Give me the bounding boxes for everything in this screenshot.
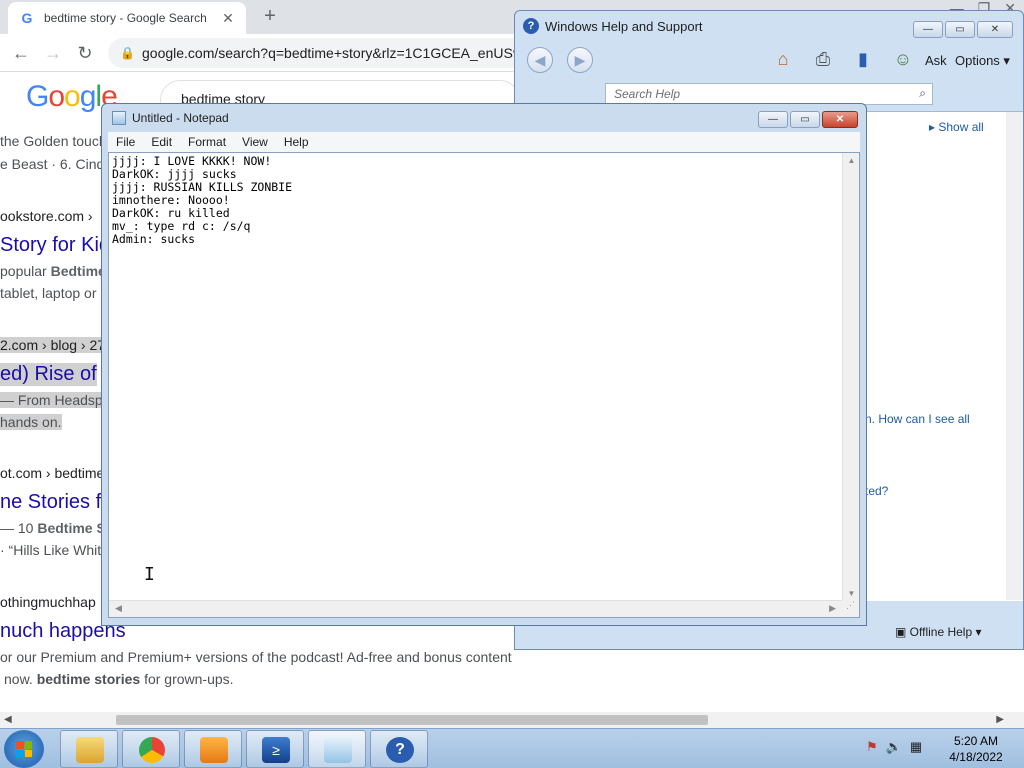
text-cursor-icon: I [144,564,155,585]
menu-view[interactable]: View [234,135,276,149]
home-icon[interactable]: ⌂ [771,47,795,71]
result-cite[interactable]: 2.com › blog › 27 [0,337,106,353]
menu-format[interactable]: Format [180,135,234,149]
options-menu[interactable]: Options ▾ [955,53,1010,69]
back-button[interactable]: ← [8,41,34,65]
help-back-icon[interactable]: ◀ [527,47,553,73]
help-icon: ? [386,737,414,763]
notepad-icon [324,737,352,763]
help-vertical-scrollbar[interactable] [1006,112,1023,600]
tab-close-icon[interactable]: ✕ [220,10,236,27]
result-snippet: or our Premium and Premium+ versions of … [0,649,512,665]
print-icon[interactable]: ⎙ [811,47,835,71]
help-forward-icon[interactable]: ▶ [567,47,593,73]
result-snippet: — 10 Bedtime St [0,520,111,536]
offline-help-menu[interactable]: ▣ Offline Help ▾ [895,625,982,639]
windows-logo-icon [16,741,32,757]
result-title-link[interactable]: Story for Kid [0,234,110,257]
result-title-link[interactable]: ne Stories fo [0,491,112,514]
notepad-close-button[interactable]: ✕ [822,111,858,128]
clock-date: 4/18/2022 [949,750,1003,764]
help-window-title: Windows Help and Support [545,18,703,34]
result-title-link[interactable]: ed) Rise of [0,363,97,386]
ask-people-icon[interactable]: ☺ [891,47,915,71]
result-snippet: hands on. [0,414,62,430]
page-horizontal-scrollbar[interactable]: ◀ ▶ [0,712,1024,728]
browse-help-icon[interactable]: ▮ [851,47,875,71]
clock-time: 5:20 AM [953,734,999,748]
system-tray: ⚑ 🔈 ▦ [866,739,922,755]
chrome-icon [139,737,165,763]
notepad-vertical-scrollbar[interactable]: ▲ ▼ [842,153,859,601]
help-caption-buttons: — ▭ ✕ [913,21,1013,38]
taskbar-clock[interactable]: 5:20 AM 4/18/2022 [938,733,1014,765]
notepad-window: Untitled - Notepad — ▭ ✕ File Edit Forma… [101,103,867,626]
search-icon[interactable]: ⌕ [919,86,926,101]
help-search-input[interactable]: Search Help ⌕ [605,83,933,105]
result-cite[interactable]: ookstore.com › [0,208,93,224]
help-maximize-button[interactable]: ▭ [945,21,975,38]
result-snippet: — From Headspa [0,392,111,408]
media-player-icon [200,737,228,763]
menu-edit[interactable]: Edit [143,135,180,149]
scroll-left-arrow-icon[interactable]: ◀ [4,712,12,728]
tab-title: bedtime story - Google Search [44,11,207,25]
notepad-text-content[interactable]: jjjj: I LOVE KKKK! NOW! DarkOK: jjjj suc… [112,155,292,246]
taskbar-chrome[interactable] [122,730,180,768]
result-snippet: e Beast · 6. Cind [0,156,105,172]
notepad-icon [112,111,126,125]
resize-grip-icon[interactable]: ⋰ [842,600,859,617]
scroll-down-arrow-icon[interactable]: ▼ [843,589,860,598]
new-tab-button[interactable]: + [258,4,282,28]
ask-button[interactable]: Ask [925,53,947,68]
notepad-text-area[interactable]: jjjj: I LOVE KKKK! NOW! DarkOK: jjjj suc… [108,152,860,618]
notepad-caption-buttons: — ▭ ✕ [758,111,858,128]
scroll-right-arrow-icon[interactable]: ▶ [996,712,1004,728]
file-explorer-icon [76,737,104,763]
notepad-titlebar[interactable]: Untitled - Notepad [102,104,866,132]
taskbar-powershell[interactable]: ≥ [246,730,304,768]
chrome-tab-active[interactable]: G bedtime story - Google Search ✕ [8,2,246,34]
volume-icon[interactable]: 🔈 [886,739,902,755]
notepad-menubar: File Edit Format View Help [108,132,860,152]
result-snippet: · “Hills Like Whit [0,542,102,558]
help-topic-link[interactable]: ted? [865,484,888,498]
lock-icon: 🔒 [120,46,135,60]
help-topic-link[interactable]: n. How can I see all [865,412,970,426]
reload-button[interactable]: ↻ [72,41,98,65]
forward-button[interactable]: → [40,41,66,65]
help-toolbar: ◀ ▶ ⌂ ⎙ ▮ ☺ Ask Options ▾ [515,41,1023,81]
result-snippet: now. bedtime stories for grown-ups. [4,671,234,687]
taskbar-help[interactable]: ? [370,730,428,768]
help-close-button[interactable]: ✕ [977,21,1013,38]
result-cite[interactable]: othingmuchhap [0,594,96,610]
result-snippet: popular Bedtime [0,263,106,279]
result-snippet: tablet, laptop or [0,285,97,301]
menu-help[interactable]: Help [276,135,317,149]
taskbar-notepad[interactable] [308,730,366,768]
scrollbar-thumb[interactable] [116,715,708,725]
notepad-horizontal-scrollbar[interactable]: ◀ ▶ [109,600,842,617]
menu-file[interactable]: File [108,135,143,149]
taskbar-file-explorer[interactable] [60,730,118,768]
help-minimize-button[interactable]: — [913,21,943,38]
scroll-up-arrow-icon[interactable]: ▲ [843,156,860,165]
help-question-icon: ? [523,18,539,34]
notepad-maximize-button[interactable]: ▭ [790,111,820,128]
taskbar: ≥ ? ⚑ 🔈 ▦ 5:20 AM 4/18/2022 [0,728,1024,768]
address-text: google.com/search?q=bedtime+story&rlz=1C… [142,45,521,61]
result-cite[interactable]: ot.com › bedtime [0,465,104,481]
result-snippet: the Golden touch [0,133,107,149]
show-all-link[interactable]: ▸ Show all [929,120,984,134]
network-icon[interactable]: ▦ [910,739,922,755]
scroll-right-arrow-icon[interactable]: ▶ [829,603,836,614]
start-button[interactable] [4,730,44,768]
notepad-minimize-button[interactable]: — [758,111,788,128]
notepad-title: Untitled - Notepad [132,111,229,125]
taskbar-media-player[interactable] [184,730,242,768]
google-favicon-icon: G [21,10,33,26]
scroll-left-arrow-icon[interactable]: ◀ [115,603,122,614]
powershell-icon: ≥ [262,737,290,763]
action-center-icon[interactable]: ⚑ [866,739,878,755]
